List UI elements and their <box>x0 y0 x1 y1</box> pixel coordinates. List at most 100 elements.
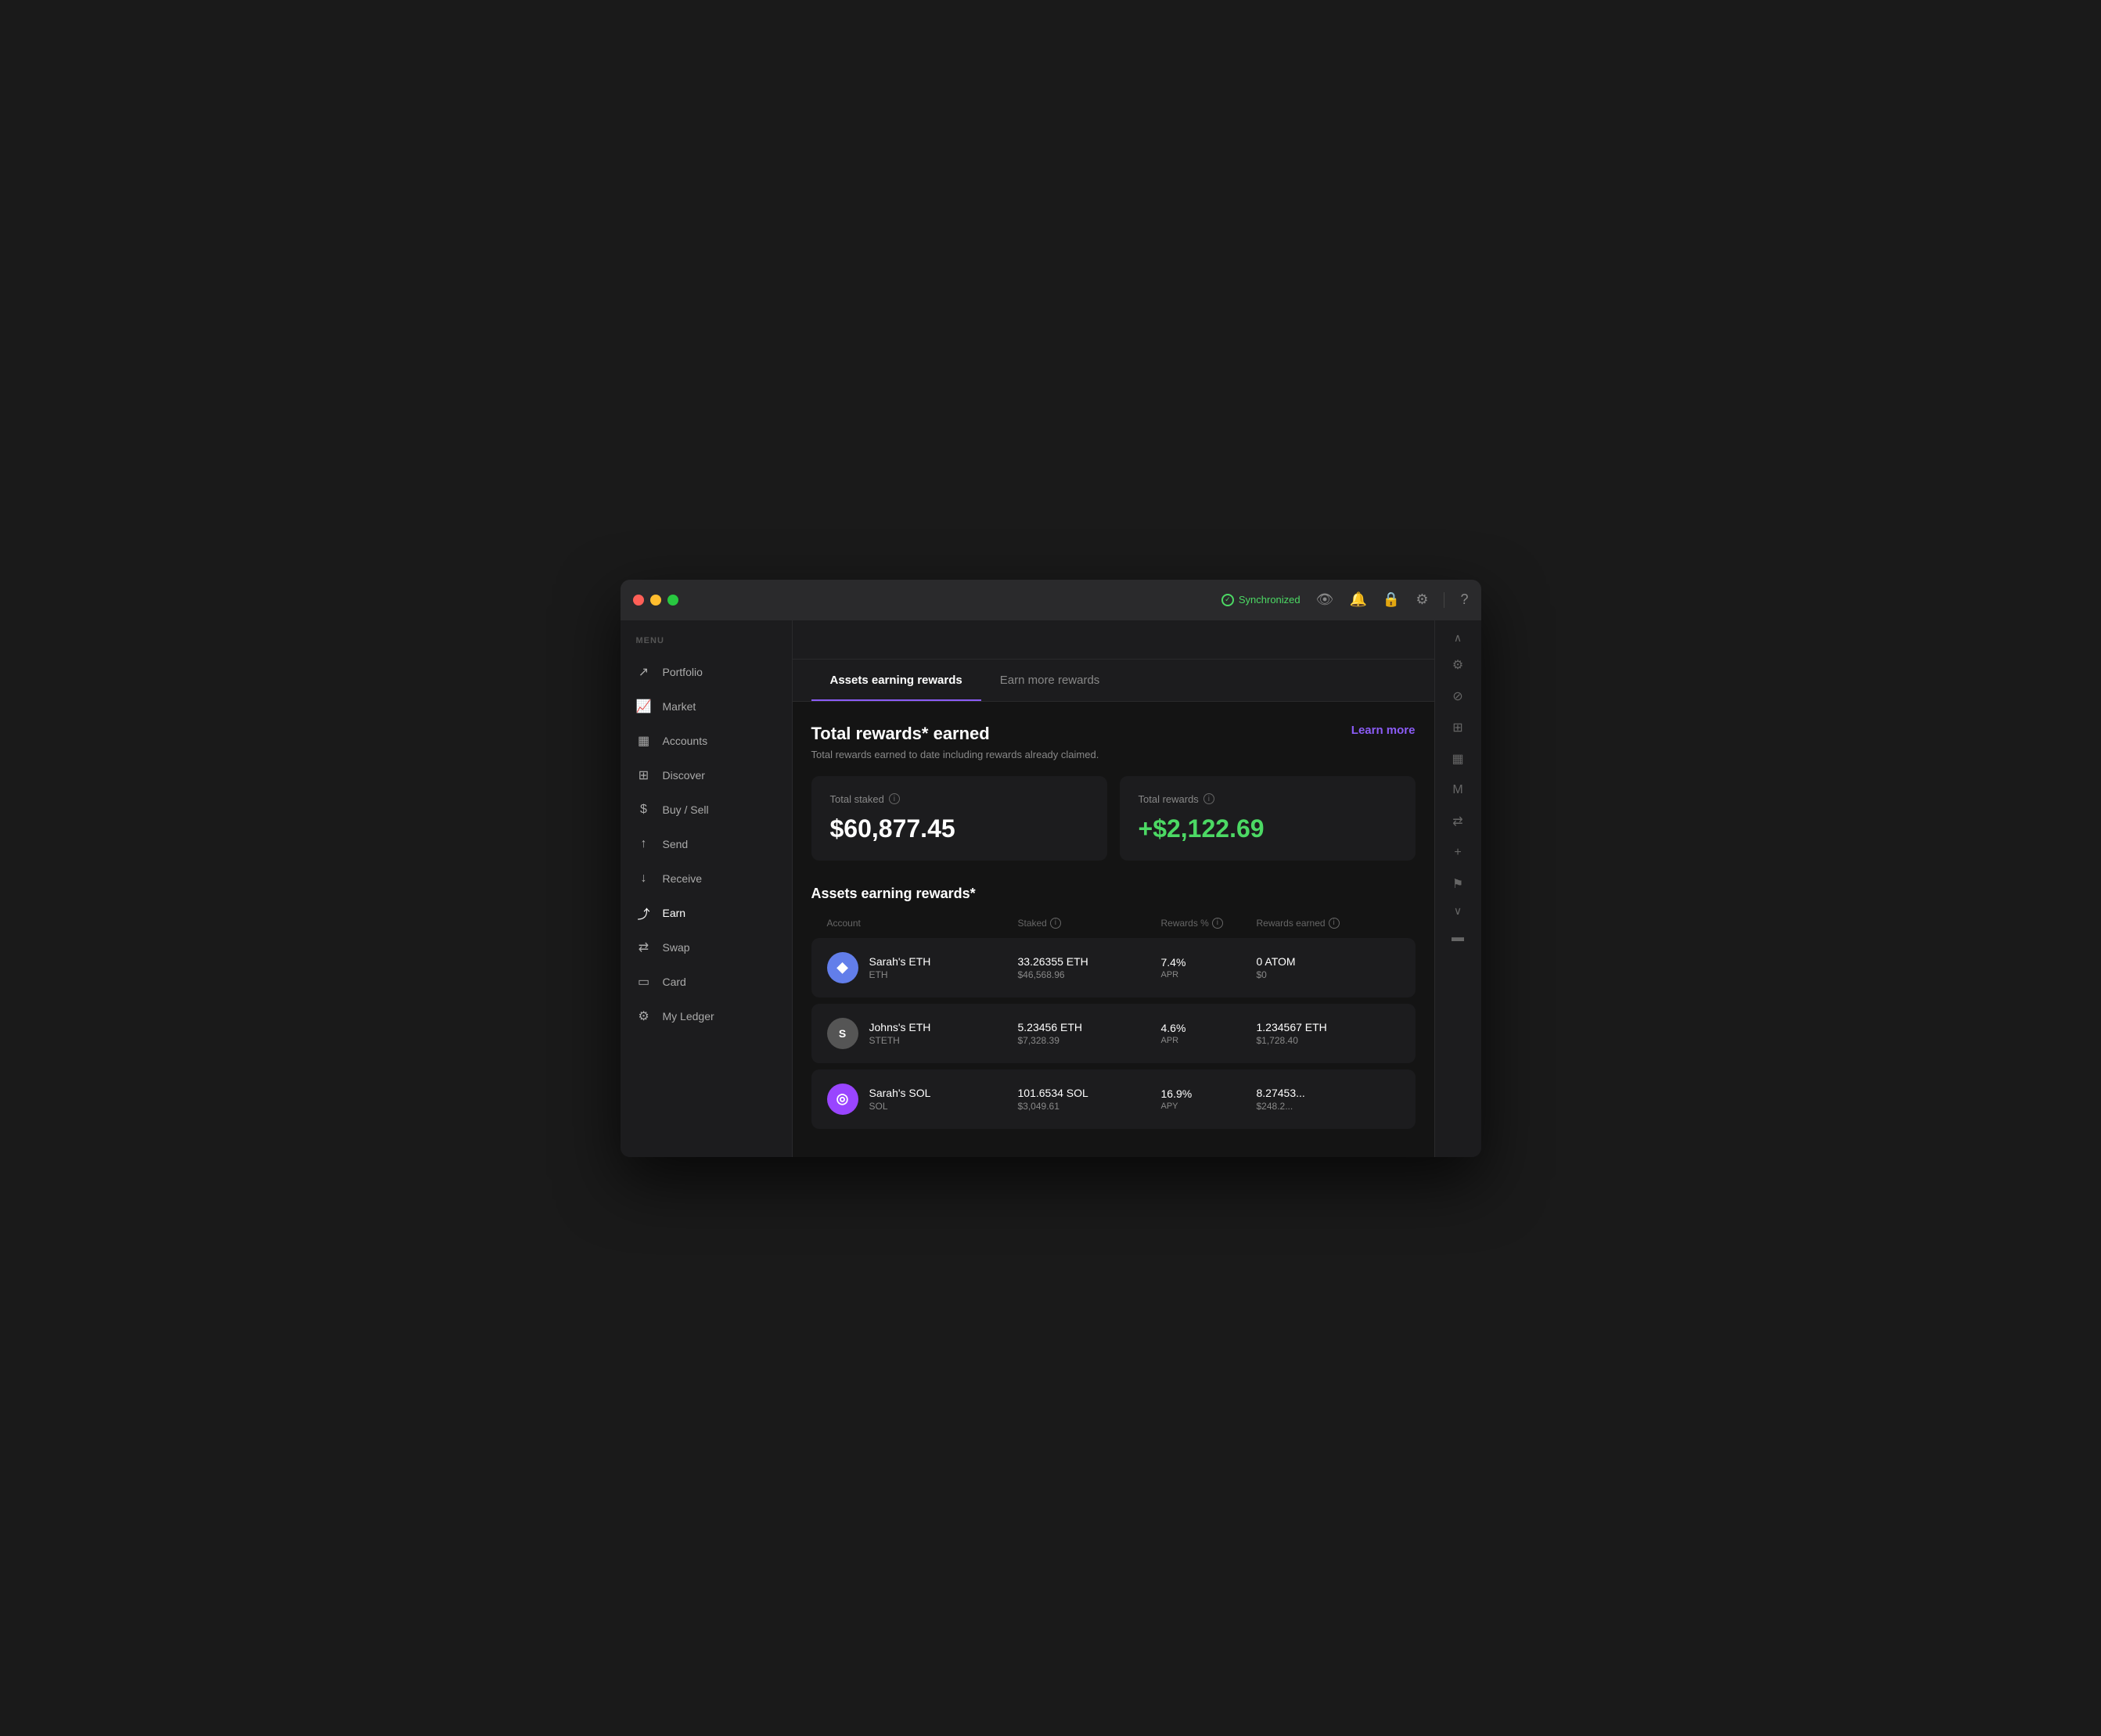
staked-col-info-icon[interactable]: i <box>1050 918 1061 929</box>
lock-icon[interactable]: 🔒 <box>1383 591 1400 608</box>
help-icon[interactable]: ? <box>1460 591 1468 608</box>
col-rewards-earned: Rewards earned i <box>1257 918 1400 929</box>
receive-icon: ↓ <box>636 871 652 886</box>
sidebar-item-market[interactable]: 📈 Market <box>621 689 792 724</box>
col-account: Account <box>827 918 1018 929</box>
menu-label: MENU <box>621 636 792 645</box>
buy-sell-icon: $ <box>636 802 652 818</box>
right-panel: ∧ ⚙ ⊘ ⊞ ▦ M ⇄ + ⚑ ∨ ▬ <box>1434 620 1481 1157</box>
total-staked-card: Total staked i $60,877.45 <box>811 776 1107 861</box>
no-entry-icon[interactable]: ⊘ <box>1444 682 1472 710</box>
traffic-lights <box>633 595 678 606</box>
learn-more-button[interactable]: Learn more <box>1351 724 1416 737</box>
flag-icon[interactable]: ⚑ <box>1444 870 1472 898</box>
accounts-icon: ▦ <box>636 733 652 749</box>
steth-avatar: S <box>827 1018 858 1049</box>
asset-name: Sarah's ETH <box>869 955 931 968</box>
plus-icon[interactable]: + <box>1444 839 1472 867</box>
table-header: Account Staked i Rewards % i Rewards ear… <box>811 918 1416 938</box>
staked-cell-0: 33.26355 ETH $46,568.96 <box>1018 955 1161 980</box>
sidebar-item-receive[interactable]: ↓ Receive <box>621 861 792 896</box>
total-rewards-card: Total rewards i +$2,122.69 <box>1120 776 1416 861</box>
rewards-pct-col-info-icon[interactable]: i <box>1212 918 1223 929</box>
minimize-button[interactable] <box>650 595 661 606</box>
rewards-subtitle: Total rewards earned to date including r… <box>811 749 1099 760</box>
sidebar-item-accounts[interactable]: ▦ Accounts <box>621 724 792 758</box>
sync-status: ✓ Synchronized <box>1221 594 1301 606</box>
chevron-down-icon[interactable]: ∨ <box>1451 901 1465 921</box>
eye-icon[interactable]: 👁 <box>1316 591 1334 608</box>
total-staked-value: $60,877.45 <box>830 814 1088 843</box>
barcode-icon[interactable]: ▦ <box>1444 745 1472 773</box>
asset-name-block-3: Sarah's SOL SOL <box>869 1087 931 1112</box>
battery-icon: ▬ <box>1444 924 1472 952</box>
discover-icon: ⊞ <box>636 767 652 783</box>
sidebar-item-buy-sell[interactable]: $ Buy / Sell <box>621 793 792 827</box>
gear-icon[interactable]: ⚙ <box>1416 591 1428 608</box>
main-content: Assets earning rewards Earn more rewards… <box>793 620 1434 1157</box>
sidebar-item-my-ledger[interactable]: ⚙ My Ledger <box>621 999 792 1033</box>
swap-icon: ⇄ <box>636 940 652 955</box>
asset-info-sol: ◎ Sarah's SOL SOL <box>827 1084 1018 1115</box>
table-row[interactable]: ◆ Sarah's ETH ETH 33.26355 ETH $46,568.9… <box>811 938 1416 997</box>
arrows-icon[interactable]: ⇄ <box>1444 807 1472 836</box>
total-rewards-value: +$2,122.69 <box>1139 814 1397 843</box>
asset-ticker-2: STETH <box>869 1035 931 1046</box>
sidebar: MENU ↗ Portfolio 📈 Market ▦ Accounts ⊞ D… <box>621 620 793 1157</box>
asset-ticker-3: SOL <box>869 1101 931 1112</box>
m-icon[interactable]: M <box>1444 776 1472 804</box>
sidebar-item-card[interactable]: ▭ Card <box>621 965 792 999</box>
total-staked-label: Total staked i <box>830 793 1088 805</box>
asset-name-3: Sarah's SOL <box>869 1087 931 1099</box>
main-topbar <box>793 620 1434 660</box>
rewards-pct-cell-2: 16.9% APY <box>1161 1087 1257 1111</box>
sidebar-item-earn[interactable]: ⤴ Earn <box>621 896 792 930</box>
settings-icon[interactable]: ⚙ <box>1444 651 1472 679</box>
tab-earn-more[interactable]: Earn more rewards <box>981 660 1119 701</box>
my-ledger-icon: ⚙ <box>636 1008 652 1024</box>
market-icon: 📈 <box>636 699 652 714</box>
asset-info-steth: S Johns's ETH STETH <box>827 1018 1018 1049</box>
asset-name-2: Johns's ETH <box>869 1021 931 1033</box>
portfolio-icon: ↗ <box>636 664 652 680</box>
send-icon: ↑ <box>636 836 652 852</box>
staked-cell-1: 5.23456 ETH $7,328.39 <box>1018 1021 1161 1046</box>
col-staked: Staked i <box>1018 918 1161 929</box>
chevron-up-icon[interactable]: ∧ <box>1451 628 1465 648</box>
rewards-earned-cell-2: 8.27453... $248.2... <box>1257 1087 1400 1112</box>
close-button[interactable] <box>633 595 644 606</box>
assets-section-title: Assets earning rewards* <box>811 886 1416 902</box>
sidebar-item-discover[interactable]: ⊞ Discover <box>621 758 792 793</box>
total-rewards-label: Total rewards i <box>1139 793 1397 805</box>
total-staked-info-icon[interactable]: i <box>889 793 900 804</box>
fullscreen-button[interactable] <box>667 595 678 606</box>
sidebar-item-swap[interactable]: ⇄ Swap <box>621 930 792 965</box>
app-layout: MENU ↗ Portfolio 📈 Market ▦ Accounts ⊞ D… <box>621 620 1481 1157</box>
assets-table: Account Staked i Rewards % i Rewards ear… <box>811 918 1416 1129</box>
app-window: ✓ Synchronized 👁 🔔 🔒 ⚙ ? MENU ↗ Portfoli… <box>621 580 1481 1157</box>
sync-icon: ✓ <box>1221 594 1234 606</box>
tabs-bar: Assets earning rewards Earn more rewards <box>793 660 1434 702</box>
table-row[interactable]: ◎ Sarah's SOL SOL 101.6534 SOL $3,049.61… <box>811 1069 1416 1129</box>
asset-ticker: ETH <box>869 969 931 980</box>
rewards-title: Total rewards* earned <box>811 724 1099 744</box>
total-rewards-info-icon[interactable]: i <box>1203 793 1214 804</box>
earn-icon: ⤴ <box>636 905 652 921</box>
rewards-earned-cell-1: 1.234567 ETH $1,728.40 <box>1257 1021 1400 1046</box>
sol-avatar: ◎ <box>827 1084 858 1115</box>
rewards-pct-cell-1: 4.6% APR <box>1161 1022 1257 1045</box>
bell-icon[interactable]: 🔔 <box>1350 591 1367 608</box>
sidebar-item-send[interactable]: ↑ Send <box>621 827 792 861</box>
titlebar: ✓ Synchronized 👁 🔔 🔒 ⚙ ? <box>621 580 1481 620</box>
table-row[interactable]: S Johns's ETH STETH 5.23456 ETH $7,328.3… <box>811 1004 1416 1063</box>
tab-assets-earning[interactable]: Assets earning rewards <box>811 660 981 701</box>
titlebar-actions: ✓ Synchronized 👁 🔔 🔒 ⚙ ? <box>1221 591 1469 608</box>
sidebar-item-portfolio[interactable]: ↗ Portfolio <box>621 655 792 689</box>
rewards-earned-col-info-icon[interactable]: i <box>1329 918 1340 929</box>
content-area: Total rewards* earned Total rewards earn… <box>793 702 1434 1157</box>
card-icon: ▭ <box>636 974 652 990</box>
grid-icon[interactable]: ⊞ <box>1444 713 1472 742</box>
asset-name-block: Sarah's ETH ETH <box>869 955 931 980</box>
asset-name-block-2: Johns's ETH STETH <box>869 1021 931 1046</box>
staked-cell-2: 101.6534 SOL $3,049.61 <box>1018 1087 1161 1112</box>
